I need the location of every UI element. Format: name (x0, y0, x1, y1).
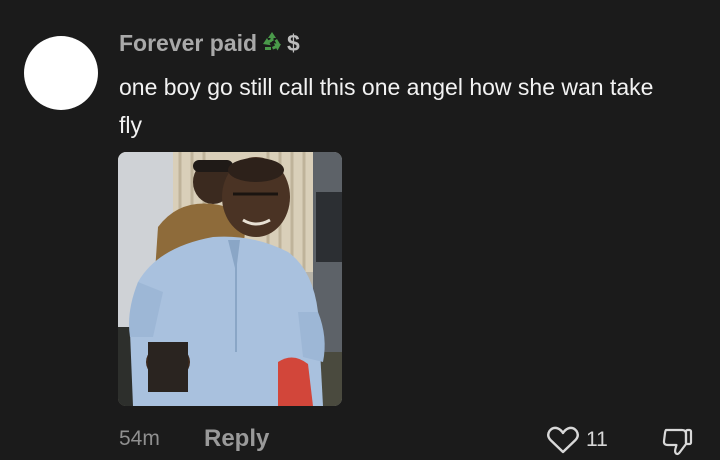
dollar-sign: $ (287, 30, 300, 56)
like-button[interactable]: 11 (546, 426, 608, 454)
comment-author[interactable]: Forever paid $ (119, 28, 699, 58)
timestamp: 54m (119, 427, 160, 450)
photo-image (118, 152, 342, 406)
attached-photo[interactable] (118, 152, 342, 406)
dislike-icon[interactable] (660, 426, 694, 458)
avatar[interactable] (24, 36, 98, 110)
comment-text: one boy go still call this one angel how… (119, 74, 654, 138)
like-count: 11 (586, 428, 608, 451)
username[interactable]: Forever paid (119, 28, 257, 58)
comment-footer: 54m Reply 11 (119, 420, 720, 460)
reply-button[interactable]: Reply (204, 425, 269, 453)
recycle-icon (263, 32, 282, 51)
comment: Forever paid $ one boy go still call thi… (119, 28, 699, 144)
heart-icon[interactable] (546, 426, 580, 454)
